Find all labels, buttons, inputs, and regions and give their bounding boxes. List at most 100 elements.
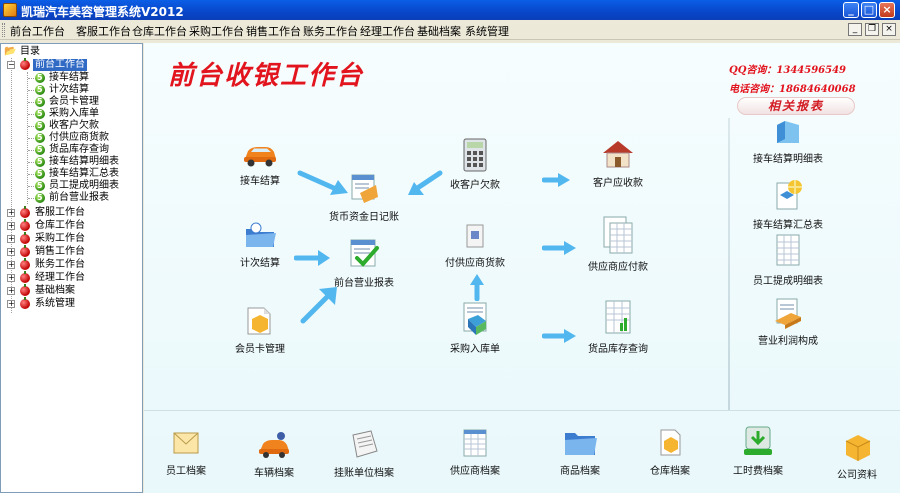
purchase-icon (463, 302, 487, 335)
node-icon (20, 297, 30, 309)
credit-unit-icon (352, 430, 378, 458)
page-title: 前台收银工作台 (168, 61, 365, 91)
menu-purchase[interactable]: 采购工作台 (189, 23, 244, 39)
report-commission-detail[interactable]: 员工提成明细表 (738, 233, 838, 287)
menu-sales[interactable]: 销售工作台 (246, 23, 301, 39)
folder-icon: 📂 (4, 46, 17, 57)
leaf-icon (35, 168, 45, 180)
collapse-icon[interactable]: − (7, 61, 15, 69)
node-icon (20, 219, 30, 231)
report-checkout-detail[interactable]: 接车结算明细表 (738, 119, 838, 165)
archive-supplier[interactable]: 供应商档案 (425, 427, 525, 477)
collect-arrears-module[interactable]: 收客户欠款 (425, 137, 525, 191)
node-icon (20, 232, 30, 244)
node-icon (20, 206, 30, 218)
box-icon (466, 224, 484, 248)
navigation-tree[interactable]: 📂 目录 − 前台工作台 接车结算 计次结算 会员卡管理 采购入库单 收客户欠款… (0, 43, 143, 493)
node-icon (20, 258, 30, 270)
node-icon (20, 245, 30, 257)
supplier-archive-icon (463, 429, 487, 457)
menu-manager[interactable]: 经理工作台 (360, 23, 415, 39)
check-report-icon (350, 239, 379, 267)
envelope-icon (173, 432, 199, 454)
report-detail-icon (777, 121, 799, 143)
vehicle-archive-icon (259, 432, 289, 458)
leaf-icon (35, 156, 45, 168)
payables-module[interactable]: 供应商应付款 (568, 215, 668, 273)
daily-report-module[interactable]: 前台营业报表 (314, 237, 414, 289)
leaf-icon (35, 132, 45, 144)
app-icon (3, 3, 17, 17)
minimize-button[interactable]: _ (843, 2, 859, 18)
archive-staff[interactable]: 员工档案 (144, 427, 236, 477)
expand-icon[interactable]: + (7, 274, 15, 282)
cash-journal-module[interactable]: 货币资金日记账 (314, 171, 414, 223)
expand-icon[interactable]: + (7, 300, 15, 308)
purchase-in-module[interactable]: 采购入库单 (425, 301, 525, 355)
leaf-icon (35, 84, 45, 96)
report-summary-icon (776, 180, 802, 210)
archive-warehouse[interactable]: 仓库档案 (620, 427, 720, 477)
menu-customer-service[interactable]: 客服工作台 (76, 23, 131, 39)
car-icon (244, 147, 276, 167)
member-card-module[interactable]: 会员卡管理 (210, 305, 310, 355)
window-title: 凯瑞汽车美容管理系统V2012 (21, 5, 184, 19)
report-checkout-summary[interactable]: 接车结算汇总表 (738, 177, 838, 231)
expand-icon[interactable]: + (7, 287, 15, 295)
leaf-icon (35, 72, 45, 84)
labor-fee-icon (744, 426, 772, 455)
main-panel: 前台收银工作台 QQ咨询：1344596549 电话咨询：18684640068… (144, 43, 900, 493)
receivables-module[interactable]: 客户应收款 (568, 137, 668, 189)
phone-contact: 电话咨询：18684640068 (729, 84, 856, 95)
archive-product[interactable]: 商品档案 (530, 425, 630, 477)
journal-icon (351, 174, 378, 203)
expand-icon[interactable]: + (7, 209, 15, 217)
archive-labor-fee[interactable]: 工时费档案 (708, 425, 808, 477)
node-icon (20, 58, 30, 70)
calculator-icon (463, 138, 487, 172)
count-checkout-module[interactable]: 计次结算 (210, 221, 310, 269)
leaf-icon (35, 192, 45, 204)
member-card-icon (247, 307, 271, 335)
expand-icon[interactable]: + (7, 248, 15, 256)
company-info-icon (845, 435, 871, 461)
archive-company[interactable]: 公司资料 (807, 429, 900, 481)
expand-icon[interactable]: + (7, 261, 15, 269)
pay-supplier-module[interactable]: 付供应商货款 (425, 221, 525, 269)
maximize-button[interactable]: □ (861, 2, 877, 18)
spreadsheet-icon (603, 216, 633, 254)
reports-divider (728, 118, 730, 410)
leaf-icon (35, 144, 45, 156)
mdi-minimize-button[interactable]: _ (848, 23, 862, 36)
reports-header: 相关报表 (737, 97, 855, 115)
reports-header-label: 相关报表 (767, 99, 824, 113)
product-folder-icon (565, 433, 597, 455)
archive-vehicle[interactable]: 车辆档案 (224, 431, 324, 479)
report-profit-composition[interactable]: 营业利润构成 (738, 295, 838, 347)
window-titlebar[interactable]: 凯瑞汽车美容管理系统V2012 _ □ × (0, 0, 900, 20)
menu-warehouse[interactable]: 仓库工作台 (132, 23, 187, 39)
leaf-icon (35, 180, 45, 192)
menu-front-desk[interactable]: 前台工作台 (10, 23, 65, 39)
report-commission-icon (776, 234, 800, 266)
stock-query-module[interactable]: 货品库存查询 (568, 299, 668, 355)
checkout-module[interactable]: 接车结算 (210, 139, 310, 187)
menu-system[interactable]: 系统管理 (465, 23, 509, 39)
menu-basic-archives[interactable]: 基础档案 (417, 23, 461, 39)
arrow-icon (470, 274, 484, 301)
mdi-restore-button[interactable]: ❐ (865, 23, 879, 36)
folder-icon (246, 222, 276, 247)
menu-accounting[interactable]: 账务工作台 (303, 23, 358, 39)
menu-grip (2, 23, 5, 37)
mdi-close-button[interactable]: × (882, 23, 896, 36)
expand-icon[interactable]: + (7, 235, 15, 243)
node-icon (20, 271, 30, 283)
house-icon (603, 141, 633, 168)
archive-credit-unit[interactable]: 挂账单位档案 (314, 427, 414, 479)
archives-divider (144, 410, 900, 411)
expand-icon[interactable]: + (7, 222, 15, 230)
qq-contact: QQ咨询：1344596549 (729, 65, 847, 76)
report-profit-icon (775, 298, 801, 329)
close-button[interactable]: × (879, 2, 895, 18)
node-icon (20, 284, 30, 296)
